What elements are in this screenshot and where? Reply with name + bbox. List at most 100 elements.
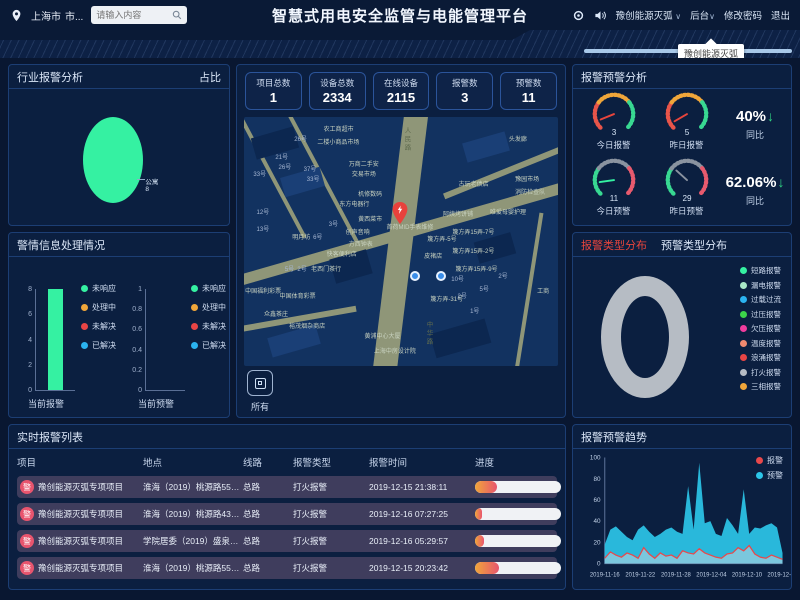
search-icon[interactable] <box>172 10 182 20</box>
bar-plot-area: 00.20.40.60.81 <box>145 289 185 391</box>
search-input[interactable] <box>96 10 168 20</box>
map-poi-label: 古玩老债店 <box>459 179 489 188</box>
legend-label: 欠压报警 <box>751 323 781 334</box>
map-number-label: 37号 <box>304 164 317 173</box>
type-donut-chart[interactable] <box>601 276 689 398</box>
top-header: 上海市 市... 智慧式用电安全监管与电能管理平台 豫创能源灭弧 ∨ 后台∨ 修… <box>0 0 800 30</box>
line-cell: 总路 <box>243 481 293 493</box>
gauge: 29昨日预警 <box>650 157 723 223</box>
map-number-label: 3号 <box>329 219 338 228</box>
tab-warning-type[interactable]: 预警类型分布 <box>661 237 727 253</box>
map-number-label: 1号 <box>470 306 479 315</box>
project-cell: 警豫创能源灭弧专项项目 <box>17 534 143 548</box>
city-label: 上海市 <box>31 8 61 23</box>
legend-item: 漏电报警 <box>740 280 781 291</box>
logout-link[interactable]: 退出 <box>771 8 790 22</box>
current-alarm-bar-chart: 未响应处理中未解决已解决 02468当前报警 <box>9 257 119 417</box>
map-poi-label: 中国福利彩票 <box>245 286 281 295</box>
decorative-band: 豫创能源灭弧 <box>0 30 800 58</box>
map-number-label: 12号 <box>257 207 270 216</box>
axis-tick-label: 6 <box>12 311 32 318</box>
legend-label: 漏电报警 <box>751 280 781 291</box>
location-cell: 学院居委（2019）盛泉苑7... <box>143 535 243 547</box>
table-row[interactable]: 警豫创能源灭弧专项项目淮海（2019）桃源路55弄4...总路打火报警2019-… <box>17 557 557 579</box>
search-box[interactable] <box>91 6 187 24</box>
map-poi-label: 机修数码 <box>358 189 382 198</box>
stat-card[interactable]: 设备总数2334 <box>309 72 366 110</box>
user-menu[interactable]: 豫创能源灭弧 ∨ <box>616 8 682 22</box>
backend-label: 后台 <box>690 11 709 22</box>
device-filter-button[interactable] <box>247 370 273 396</box>
svg-text:60: 60 <box>593 497 601 504</box>
metro-station-icon <box>436 271 446 281</box>
progress-bar <box>475 562 561 574</box>
speaker-icon[interactable] <box>594 9 607 22</box>
project-name: 豫创能源灭弧专项项目 <box>38 562 123 574</box>
table-row[interactable]: 警豫创能源灭弧专项项目淮海（2019）桃源路55号...总路打火报警2019-1… <box>17 476 557 498</box>
svg-text:2019-12-04: 2019-12-04 <box>696 572 727 578</box>
stat-card-label: 项目总数 <box>256 77 290 89</box>
industry-pie-chart[interactable] <box>83 117 143 203</box>
legend-label: 过压报警 <box>751 309 781 320</box>
column-header: 报警类型 <box>293 455 369 469</box>
legend-dot <box>740 267 747 274</box>
gauge-grid: 3今日报警5昨日报警40%↓同比11今日预警29昨日预警62.06%↓同比 <box>577 91 787 223</box>
dashboard-grid: 行业报警分析 占比 公寓 8 项目总数1设备总数2334在线设备2115报警数3… <box>0 58 800 596</box>
trend-legend: 报警预警 <box>756 455 783 481</box>
map-poi-label: 头发廊 <box>509 134 527 143</box>
pie-label-tick <box>137 179 145 180</box>
panel-overview-map: 项目总数1设备总数2334在线设备2115报警数3预警数11 农工商超市二楼小商… <box>236 64 566 418</box>
username-tooltip: 豫创能源灭弧 <box>678 44 744 58</box>
map-poi-label: 创声音响 <box>346 227 370 236</box>
axis-tick-label: 0.4 <box>122 347 142 354</box>
map-poi-label: 阿姨烤饼铺 <box>443 209 473 218</box>
map-road-label: 中华路 <box>423 321 433 347</box>
stat-card[interactable]: 报警数3 <box>436 72 493 110</box>
ratio-indicator: 62.06%↓同比 <box>723 157 787 223</box>
username-label: 豫创能源灭弧 <box>616 11 673 22</box>
legend-dot <box>81 285 88 292</box>
gauge: 5昨日报警 <box>650 91 723 157</box>
stat-card[interactable]: 预警数11 <box>500 72 557 110</box>
city-selector[interactable]: 上海市 市... <box>31 8 83 23</box>
progress-bar <box>475 481 561 493</box>
gear-icon[interactable] <box>572 9 585 22</box>
progress-cell <box>475 481 566 493</box>
legend-label: 未响应 <box>92 283 116 294</box>
chevron-down-icon: ∨ <box>709 12 715 21</box>
column-header: 线路 <box>243 455 293 469</box>
stat-card[interactable]: 项目总数1 <box>245 72 302 110</box>
tab-alarm-type[interactable]: 报警类型分布 <box>581 237 647 253</box>
district-label: 市... <box>65 8 83 23</box>
panel-title: 警情信息处理情况 <box>17 237 105 253</box>
legend-dot <box>740 369 747 376</box>
legend-label: 已解决 <box>92 340 116 351</box>
backend-menu[interactable]: 后台∨ <box>690 8 715 22</box>
map-number-label: 2号 <box>297 264 306 273</box>
axis-tick-label: 0.8 <box>122 306 142 313</box>
map-poi-label: 黄浦中心大厦 <box>364 331 400 340</box>
stat-card-value: 2334 <box>323 90 352 105</box>
stat-card[interactable]: 在线设备2115 <box>373 72 430 110</box>
legend-item: 已解决 <box>81 340 116 351</box>
progress-bar <box>475 508 561 520</box>
legend-dot <box>740 354 747 361</box>
table-body: 警豫创能源灭弧专项项目淮海（2019）桃源路55号...总路打火报警2019-1… <box>9 471 565 579</box>
axis-tick-label: 0.6 <box>122 326 142 333</box>
legend-dot <box>81 342 88 349</box>
change-password-link[interactable]: 修改密码 <box>724 8 762 22</box>
map-poi-label: 豫园市场 <box>515 174 539 183</box>
map-number-label: 13号 <box>257 224 270 233</box>
table-row[interactable]: 警豫创能源灭弧专项项目淮海（2019）桃源路43号 6...总路打火报警2019… <box>17 503 557 525</box>
ratio-indicator: 40%↓同比 <box>723 91 787 157</box>
map-poi-label: 皮褚店 <box>424 251 442 260</box>
map-view[interactable]: 农工商超市二楼小商品市场万商二手安交易市场头发廊古玩老债店豫园市场消防检查队机修… <box>244 117 558 366</box>
location-cell: 淮海（2019）桃源路55号... <box>143 481 243 493</box>
legend-item: 未解决 <box>191 321 226 332</box>
legend-label: 处理中 <box>92 302 116 313</box>
alarm-badge: 警 <box>20 534 34 548</box>
panel-title: 行业报警分析 <box>17 69 83 85</box>
table-row[interactable]: 警豫创能源灭弧专项项目学院居委（2019）盛泉苑7...总路打火报警2019-1… <box>17 530 557 552</box>
legend-label: 预警 <box>767 470 783 481</box>
current-warning-bar-chart: 未响应处理中未解决已解决 00.20.40.60.81当前预警 <box>119 257 229 417</box>
